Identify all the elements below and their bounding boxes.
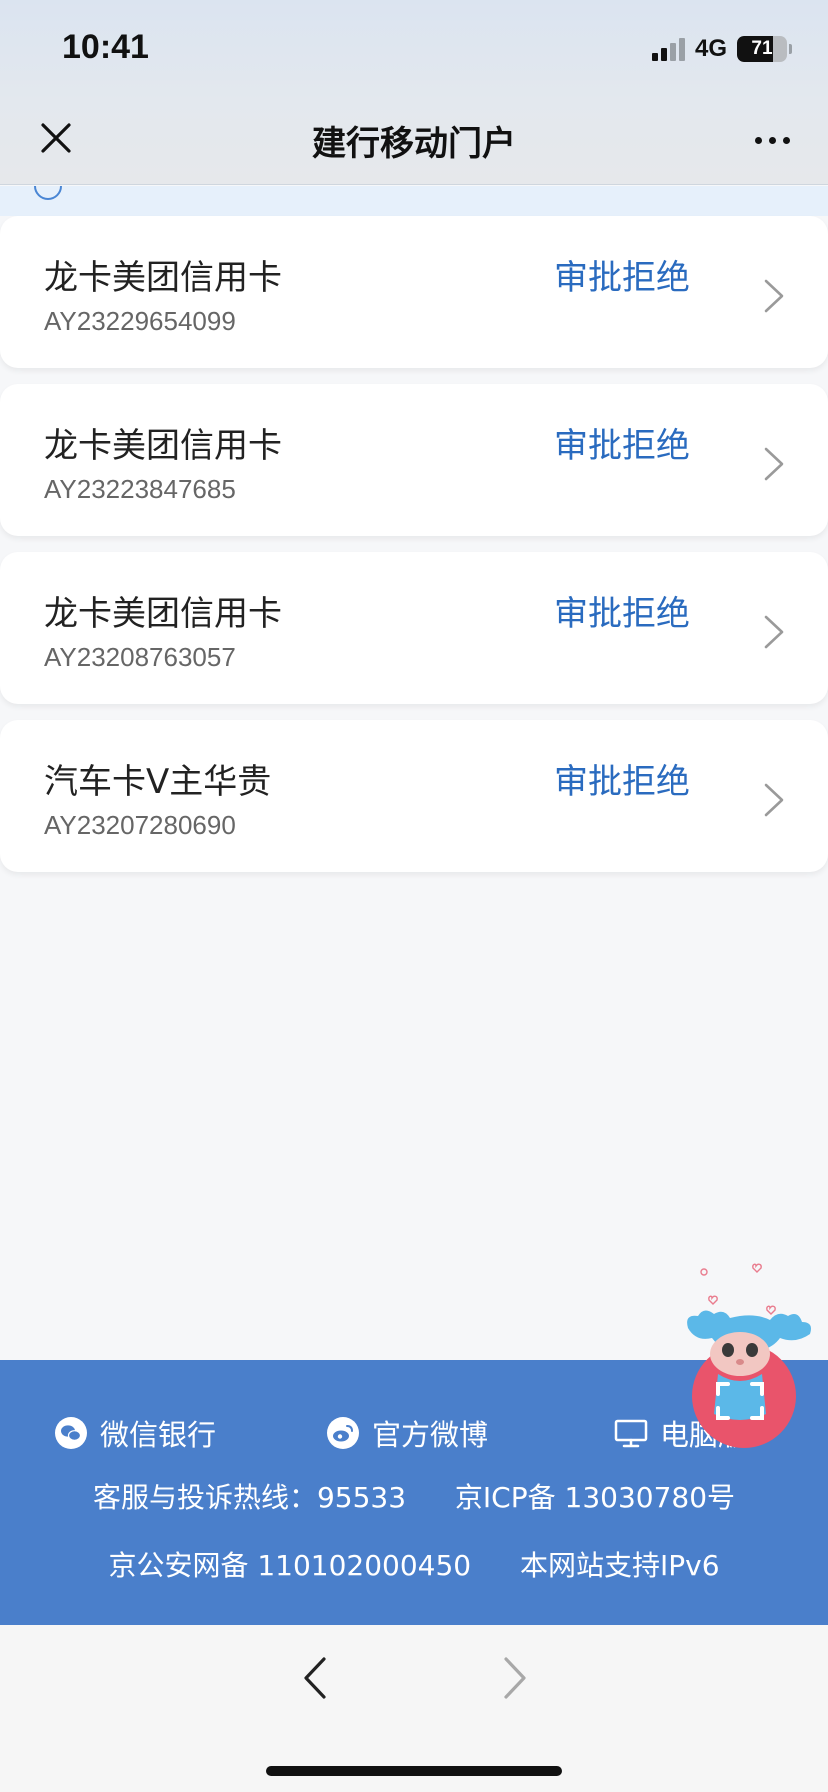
chevron-right-icon xyxy=(764,447,784,481)
weibo-icon xyxy=(326,1416,360,1450)
card-name: 龙卡美团信用卡 xyxy=(44,258,282,298)
home-indicator xyxy=(266,1766,562,1776)
back-button[interactable] xyxy=(300,1655,330,1701)
wechat-bank-label: 微信银行 xyxy=(100,1418,217,1452)
status-time: 10:41 xyxy=(62,28,149,66)
status-badge: 审批拒绝 xyxy=(554,426,690,466)
more-icon-dot xyxy=(782,136,790,144)
wechat-icon xyxy=(54,1416,88,1450)
list-item[interactable]: 龙卡美团信用卡 AY23223847685 审批拒绝 xyxy=(0,384,828,536)
browser-toolbar xyxy=(0,1625,828,1792)
footer-line-1: 客服与投诉热线：95533 京ICP备 13030780号 xyxy=(0,1476,828,1516)
wechat-bank-link[interactable]: 微信银行 xyxy=(54,1408,216,1458)
status-indicators: 4G 71 xyxy=(651,34,792,64)
chevron-right-icon xyxy=(764,279,784,313)
battery-level: 71 xyxy=(751,38,773,59)
application-number: AY23207280690 xyxy=(44,810,236,840)
forward-button[interactable] xyxy=(500,1655,530,1701)
application-number: AY23208763057 xyxy=(44,642,236,672)
list-item[interactable]: 龙卡美团信用卡 AY23229654099 审批拒绝 xyxy=(0,216,828,368)
more-icon-dot xyxy=(768,136,776,144)
signal-icon xyxy=(651,37,685,61)
header: 10:41 4G 71 建行移动门户 xyxy=(0,0,828,185)
list-item[interactable]: 龙卡美团信用卡 AY23208763057 审批拒绝 xyxy=(0,552,828,704)
network-type: 4G xyxy=(694,35,727,62)
card-name: 汽车卡V主华贵 xyxy=(44,762,272,802)
battery-tip xyxy=(789,44,792,54)
footer-line-2: 京公安网备 110102000450 本网站支持IPv6 xyxy=(0,1544,828,1584)
chevron-right-icon xyxy=(764,783,784,817)
mascot-scan-button[interactable] xyxy=(678,1258,828,1448)
battery-icon: 71 xyxy=(737,36,787,62)
list-item[interactable]: 汽车卡V主华贵 AY23207280690 审批拒绝 xyxy=(0,720,828,872)
application-list: 龙卡美团信用卡 AY23229654099 审批拒绝 龙卡美团信用卡 AY232… xyxy=(0,216,828,888)
notice-strip xyxy=(0,186,828,216)
status-badge: 审批拒绝 xyxy=(554,258,690,298)
card-name: 龙卡美团信用卡 xyxy=(44,594,282,634)
police-record-text[interactable]: 京公安网备 110102000450 xyxy=(108,1549,471,1582)
page-title: 建行移动门户 xyxy=(312,124,516,164)
application-number: AY23223847685 xyxy=(44,474,236,504)
mascot-icon xyxy=(687,1263,811,1448)
more-icon xyxy=(754,136,762,144)
card-name: 龙卡美团信用卡 xyxy=(44,426,282,466)
ipv6-text: 本网站支持IPv6 xyxy=(520,1549,720,1582)
icp-text[interactable]: 京ICP备 13030780号 xyxy=(455,1481,735,1514)
application-number: AY23229654099 xyxy=(44,306,236,336)
official-weibo-label: 官方微博 xyxy=(372,1418,489,1452)
more-button[interactable] xyxy=(750,120,794,160)
hotline-text[interactable]: 客服与投诉热线：95533 xyxy=(93,1481,406,1514)
status-badge: 审批拒绝 xyxy=(554,594,690,634)
desktop-icon xyxy=(614,1416,648,1450)
chevron-right-icon xyxy=(764,615,784,649)
official-weibo-link[interactable]: 官方微博 xyxy=(326,1408,488,1458)
status-badge: 审批拒绝 xyxy=(554,762,690,802)
